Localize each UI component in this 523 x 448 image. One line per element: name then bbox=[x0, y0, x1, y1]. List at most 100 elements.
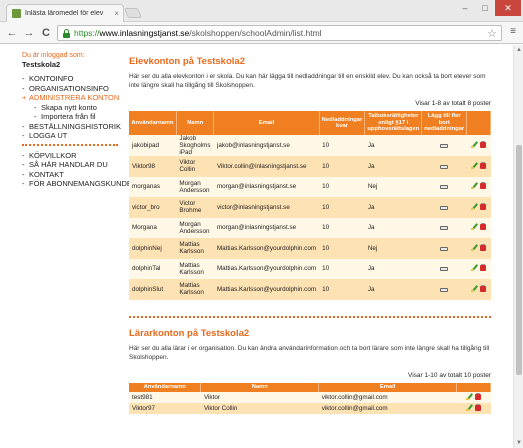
add-downloads-icon[interactable] bbox=[440, 164, 449, 169]
maximize-button[interactable]: □ bbox=[475, 0, 495, 16]
add-downloads-icon[interactable] bbox=[440, 144, 449, 148]
students-column-header: Email bbox=[213, 111, 320, 135]
table-row: dolphinSlut Mattias Karlsson Mattias.Karls… bbox=[129, 279, 491, 300]
delete-icon[interactable] bbox=[480, 202, 487, 210]
add-downloads-icon[interactable] bbox=[440, 226, 449, 231]
actions-cell bbox=[466, 238, 491, 259]
username-cell: dolphinNej bbox=[129, 238, 177, 259]
sidebar-item-label: LOGGA UT bbox=[29, 131, 68, 140]
add-downloads-icon[interactable] bbox=[440, 205, 449, 210]
tab-title: Inlästa läromedel för elev bbox=[25, 10, 104, 17]
edit-icon[interactable] bbox=[471, 244, 478, 251]
edit-icon[interactable] bbox=[466, 393, 473, 400]
reload-icon[interactable]: C bbox=[39, 26, 53, 40]
students-column-header: Talboksrättigheter enligt §17 i upphovsr… bbox=[364, 111, 423, 135]
edit-icon[interactable] bbox=[471, 285, 478, 292]
delete-icon[interactable] bbox=[480, 182, 487, 190]
students-column-header bbox=[466, 111, 491, 135]
scrollbar-thumb[interactable] bbox=[516, 145, 522, 375]
email-cell: morgan@inlasningstjanst.se bbox=[213, 176, 320, 197]
sidebar-menu-info: - KÖPVILLKOR - SÅ HÄR HANDLAR DU - KONTAKT - FÖ… bbox=[22, 151, 137, 189]
sidebar-subitem-0[interactable]: - Skapa nytt konto bbox=[22, 103, 122, 113]
username-cell: victor_bro bbox=[129, 197, 177, 218]
sidebar-item-menu3-0[interactable]: - KÖPVILLKOR bbox=[22, 151, 122, 161]
add-downloads-icon[interactable] bbox=[440, 287, 449, 292]
add-downloads-icon[interactable] bbox=[440, 185, 449, 190]
close-window-button[interactable]: ✕ bbox=[495, 0, 521, 16]
sidebar-bullet: + bbox=[22, 93, 27, 102]
sidebar-item-menu1-2[interactable]: + ADMINISTRERA KONTON bbox=[22, 93, 122, 103]
table-row: victor_bro Victor Brohme victor@inlasnings… bbox=[129, 197, 491, 218]
teachers-count: Visar 1-10 av totalt 10 poster bbox=[408, 371, 491, 379]
sidebar-item-menu2-0[interactable]: - BESTÄLLNINGSHISTORIK bbox=[22, 122, 122, 132]
email-cell: victor@inlasningstjanst.se bbox=[213, 197, 320, 218]
bookmark-star-icon[interactable]: ☆ bbox=[487, 27, 497, 40]
add-downloads-cell bbox=[421, 197, 467, 218]
email-cell: Mattias.Karlsson@yourdolphin.com bbox=[213, 279, 320, 300]
add-downloads-icon[interactable] bbox=[440, 267, 449, 272]
sidebar-item-menu1-0[interactable]: - KONTOINFO bbox=[22, 74, 122, 84]
add-downloads-cell bbox=[421, 258, 467, 279]
add-downloads-cell bbox=[421, 176, 467, 197]
sidebar-item-menu1-1[interactable]: - ORGANISATIONSINFO bbox=[22, 84, 122, 94]
name-cell: Mattias Karlsson bbox=[176, 258, 214, 279]
sidebar-bullet: - bbox=[22, 150, 25, 160]
add-downloads-icon[interactable] bbox=[440, 246, 449, 251]
favicon-icon bbox=[12, 9, 21, 18]
scroll-up-icon[interactable]: ▲ bbox=[515, 46, 523, 54]
teachers-table-body: test981 Viktor viktor.collin@gmail.com Vikt… bbox=[129, 391, 491, 414]
rights-cell: Ja bbox=[364, 197, 422, 218]
students-column-header: Nedladdningar kvar bbox=[319, 111, 366, 135]
back-icon[interactable]: ← bbox=[5, 26, 19, 40]
vertical-scrollbar[interactable]: ▲ ▼ bbox=[513, 45, 523, 448]
edit-icon[interactable] bbox=[471, 162, 478, 169]
sidebar-subitem-1[interactable]: - Importera från fil bbox=[22, 112, 122, 122]
section-divider bbox=[129, 315, 491, 318]
students-header-row: Användarnamn Namn Email Nedladdningar kvar T… bbox=[129, 111, 491, 135]
scroll-down-icon[interactable]: ▼ bbox=[515, 439, 523, 447]
edit-icon[interactable] bbox=[471, 141, 478, 148]
username-cell: dolphinTal bbox=[129, 258, 177, 279]
delete-icon[interactable] bbox=[480, 284, 487, 292]
browser-menu-icon[interactable]: ≡ bbox=[508, 26, 518, 38]
email-cell: jakob@inlasningstjanst.se bbox=[213, 135, 320, 156]
delete-icon[interactable] bbox=[480, 243, 487, 251]
actions-cell bbox=[466, 135, 491, 156]
browser-tab[interactable]: Inlästa läromedel för elev × bbox=[6, 4, 124, 22]
sidebar-item-menu3-3[interactable]: - FÖR ABONNEMANGSKUNDER bbox=[22, 179, 137, 189]
edit-icon[interactable] bbox=[471, 223, 478, 231]
students-column-header: Användarnamn bbox=[129, 111, 177, 135]
forward-icon[interactable]: → bbox=[22, 26, 36, 40]
delete-icon[interactable] bbox=[480, 161, 487, 169]
add-downloads-cell bbox=[421, 217, 467, 238]
window-controls: – □ ✕ bbox=[455, 0, 521, 16]
sidebar-item-menu3-1[interactable]: - SÅ HÄR HANDLAR DU bbox=[22, 160, 122, 170]
edit-icon[interactable] bbox=[471, 182, 478, 190]
page-viewport: Du är inloggad som: Testskola2 - KONTOINF… bbox=[0, 45, 513, 448]
new-tab-button[interactable] bbox=[124, 8, 142, 18]
sidebar-item-menu3-2[interactable]: - KONTAKT bbox=[22, 170, 122, 180]
delete-icon[interactable] bbox=[475, 403, 482, 411]
sidebar-subitem-label: Skapa nytt konto bbox=[41, 102, 97, 112]
sidebar-menu-account: - KONTOINFO - ORGANISATIONSINFO + ADMINISTRER… bbox=[22, 74, 122, 103]
browser-titlebar: Inlästa läromedel för elev × – □ ✕ bbox=[0, 0, 523, 22]
username-cell: test981 bbox=[129, 391, 201, 403]
sidebar-bullet: - bbox=[22, 74, 25, 83]
table-row: morganas Morgan Andersson morgan@inlasning… bbox=[129, 176, 491, 197]
sidebar-menu-account-2: - BESTÄLLNINGSHISTORIK - LOGGA UT bbox=[22, 122, 122, 141]
edit-icon[interactable] bbox=[471, 203, 478, 210]
sidebar-item-menu2-1[interactable]: - LOGGA UT bbox=[22, 131, 122, 141]
downloads-cell: 10 bbox=[319, 217, 365, 238]
delete-icon[interactable] bbox=[480, 141, 487, 148]
table-row: dolphinNej Mattias Karlsson Mattias.Karlss… bbox=[129, 238, 491, 259]
delete-icon[interactable] bbox=[475, 392, 482, 400]
edit-icon[interactable] bbox=[471, 264, 478, 272]
edit-icon[interactable] bbox=[466, 404, 473, 411]
delete-icon[interactable] bbox=[480, 223, 487, 231]
minimize-button[interactable]: – bbox=[455, 0, 475, 16]
tab-close-icon[interactable]: × bbox=[114, 9, 119, 18]
sidebar-item-label: KÖPVILLKOR bbox=[29, 150, 77, 160]
delete-icon[interactable] bbox=[480, 264, 487, 272]
address-bar[interactable]: https://www.inlasningstjanst.se/skolshop… bbox=[57, 25, 502, 41]
email-cell: viktor.collin@gmail.com bbox=[318, 391, 457, 403]
